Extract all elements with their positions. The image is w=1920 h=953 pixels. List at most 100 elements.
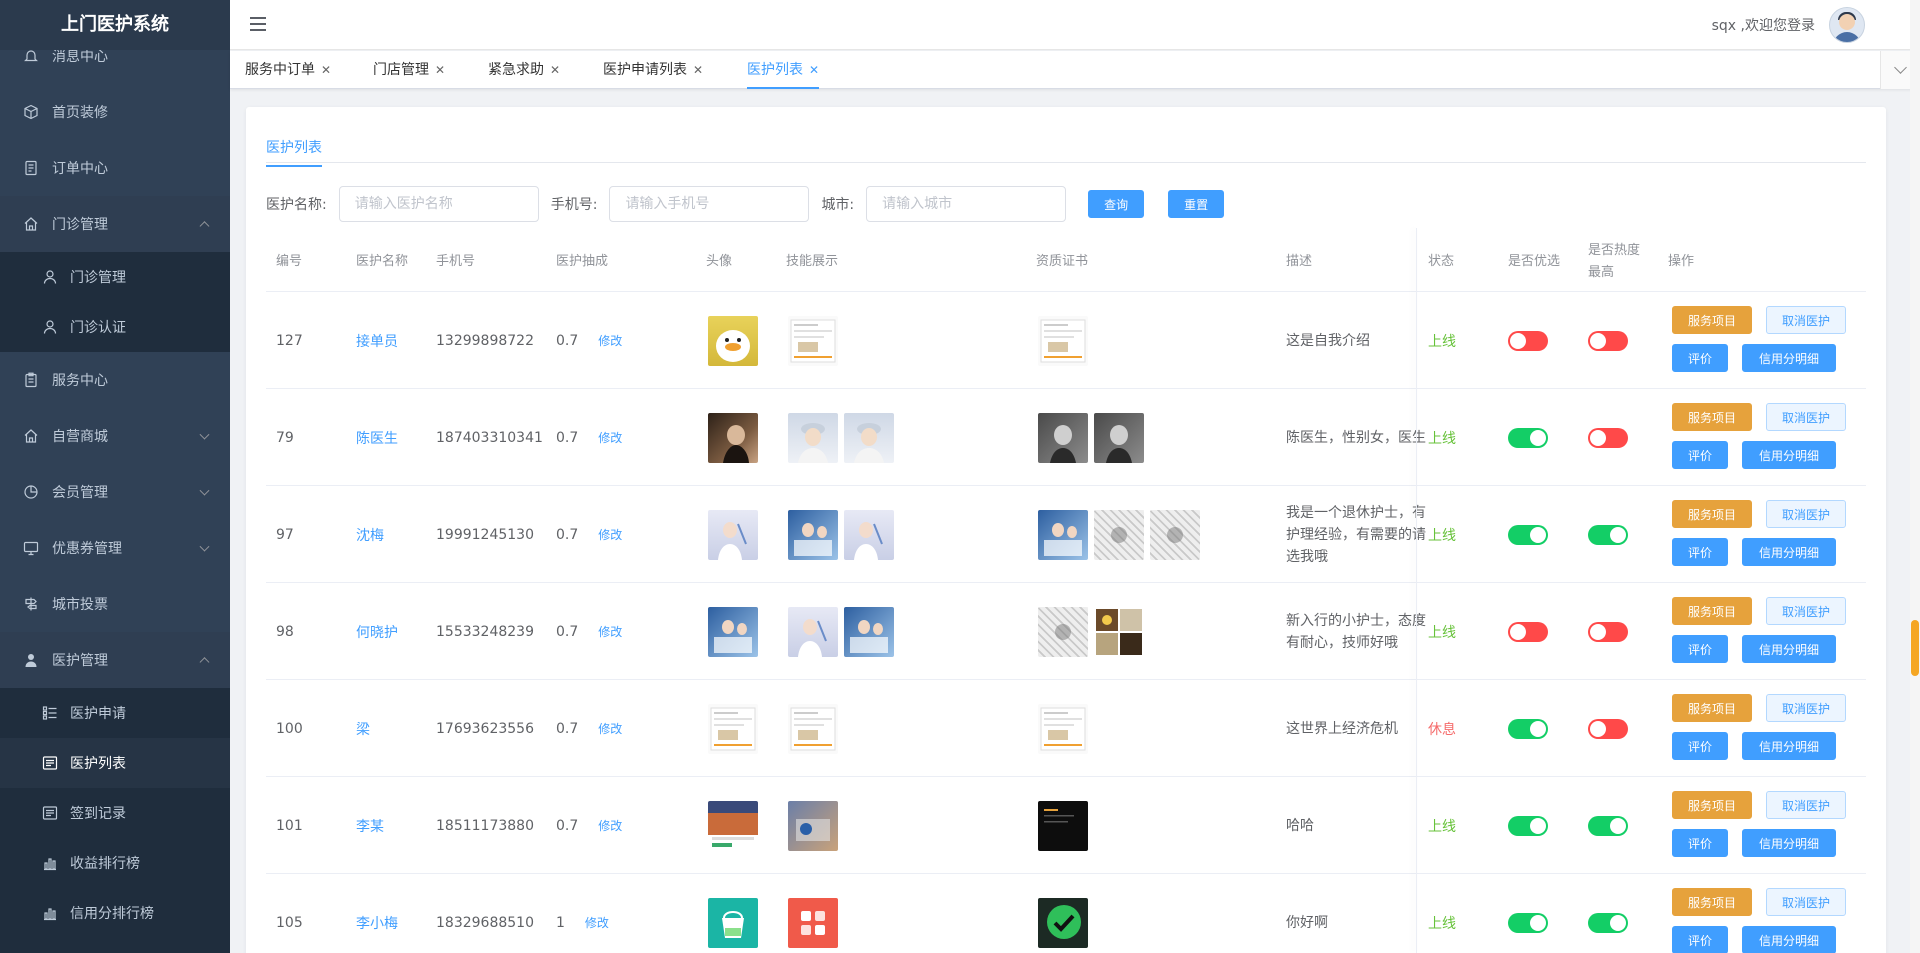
tag-1[interactable]: 门店管理 ✕ — [373, 51, 445, 89]
avatar[interactable] — [1829, 7, 1865, 43]
hot-switch[interactable] — [1588, 621, 1628, 642]
cancel-nurse-button[interactable]: 取消医护 — [1766, 888, 1846, 916]
edit-rate-link[interactable]: 修改 — [598, 526, 622, 543]
tag-0[interactable]: 服务中订单 ✕ — [245, 51, 331, 89]
thumb-black[interactable] — [1038, 800, 1088, 851]
preferred-switch[interactable] — [1508, 718, 1548, 739]
thumb-check[interactable] — [1038, 897, 1088, 948]
hot-switch[interactable] — [1588, 912, 1628, 933]
edit-rate-link[interactable]: 修改 — [598, 720, 622, 737]
preferred-switch[interactable] — [1508, 524, 1548, 545]
review-button[interactable]: 评价 — [1672, 926, 1728, 953]
thumb-pattern[interactable] — [1150, 509, 1200, 560]
review-button[interactable]: 评价 — [1672, 829, 1728, 857]
preferred-switch[interactable] — [1508, 330, 1548, 351]
credit-detail-button[interactable]: 信用分明细 — [1742, 441, 1836, 469]
phone-input[interactable] — [609, 186, 810, 222]
thumb-dark[interactable] — [708, 412, 758, 463]
thumb-apps[interactable] — [788, 897, 838, 948]
cell-name[interactable]: 何晓护 — [356, 583, 398, 680]
edit-rate-link[interactable]: 修改 — [598, 817, 622, 834]
sidebar-item-4[interactable]: 自营商城 — [0, 408, 230, 464]
credit-detail-button[interactable]: 信用分明细 — [1742, 732, 1836, 760]
thumb-photo[interactable] — [788, 800, 838, 851]
service-items-button[interactable]: 服务项目 — [1672, 403, 1752, 431]
thumb-screenshot[interactable] — [1038, 703, 1088, 754]
sidebar-item-1[interactable]: 订单中心 — [0, 140, 230, 196]
thumb-nurse[interactable] — [844, 509, 894, 560]
thumb-duck[interactable] — [708, 315, 758, 366]
thumb-website[interactable] — [708, 800, 758, 851]
user-area[interactable]: sqx ,欢迎您登录 — [1712, 0, 1865, 50]
page-scrollbar[interactable] — [1910, 0, 1920, 953]
cancel-nurse-button[interactable]: 取消医护 — [1766, 306, 1846, 334]
sidebar-subitem-8-1[interactable]: 医护列表 — [0, 738, 230, 788]
review-button[interactable]: 评价 — [1672, 635, 1728, 663]
hot-switch[interactable] — [1588, 718, 1628, 739]
preferred-switch[interactable] — [1508, 621, 1548, 642]
service-items-button[interactable]: 服务项目 — [1672, 597, 1752, 625]
review-button[interactable]: 评价 — [1672, 441, 1728, 469]
credit-detail-button[interactable]: 信用分明细 — [1742, 538, 1836, 566]
tag-3[interactable]: 医护申请列表 ✕ — [603, 51, 703, 89]
cell-name[interactable]: 李小梅 — [356, 874, 398, 953]
review-button[interactable]: 评价 — [1672, 538, 1728, 566]
tag-4[interactable]: 医护列表 ✕ — [747, 51, 820, 89]
thumb-blue[interactable] — [788, 509, 838, 560]
thumb-screenshot[interactable] — [1038, 315, 1088, 366]
review-button[interactable]: 评价 — [1672, 732, 1728, 760]
hot-switch[interactable] — [1588, 427, 1628, 448]
sidebar-subitem-8-4[interactable]: 信用分排行榜 — [0, 888, 230, 938]
cancel-nurse-button[interactable]: 取消医护 — [1766, 500, 1846, 528]
cancel-nurse-button[interactable]: 取消医护 — [1766, 694, 1846, 722]
edit-rate-link[interactable]: 修改 — [585, 914, 609, 931]
scrollbar-thumb[interactable] — [1911, 620, 1919, 676]
thumb-girl[interactable] — [788, 412, 838, 463]
thumb-bucket[interactable] — [708, 897, 758, 948]
credit-detail-button[interactable]: 信用分明细 — [1742, 344, 1836, 372]
preferred-switch[interactable] — [1508, 912, 1548, 933]
cell-name[interactable]: 沈梅 — [356, 486, 384, 583]
service-items-button[interactable]: 服务项目 — [1672, 888, 1752, 916]
cell-name[interactable]: 接单员 — [356, 292, 398, 389]
thumb-grey[interactable] — [1094, 412, 1144, 463]
hot-switch[interactable] — [1588, 524, 1628, 545]
sidebar-item-0[interactable]: 首页装修 — [0, 84, 230, 140]
sidebar-subitem-8-2[interactable]: 签到记录 — [0, 788, 230, 838]
thumb-nurse[interactable] — [788, 606, 838, 657]
credit-detail-button[interactable]: 信用分明细 — [1742, 829, 1836, 857]
sidebar-item-5[interactable]: 会员管理 — [0, 464, 230, 520]
review-button[interactable]: 评价 — [1672, 344, 1728, 372]
thumb-pattern[interactable] — [1094, 509, 1144, 560]
preferred-switch[interactable] — [1508, 427, 1548, 448]
hot-switch[interactable] — [1588, 330, 1628, 351]
service-items-button[interactable]: 服务项目 — [1672, 500, 1752, 528]
thumb-pattern[interactable] — [1038, 606, 1088, 657]
sidebar-item-7[interactable]: 城市投票 — [0, 576, 230, 632]
sidebar-subitem-2-1[interactable]: 门诊认证 — [0, 302, 230, 352]
thumb-grey[interactable] — [1038, 412, 1088, 463]
thumb-blue[interactable] — [1038, 509, 1088, 560]
cell-name[interactable]: 梁 — [356, 680, 370, 777]
thumb-girl[interactable] — [844, 412, 894, 463]
thumb-blue[interactable] — [844, 606, 894, 657]
close-icon[interactable]: ✕ — [550, 63, 560, 77]
service-items-button[interactable]: 服务项目 — [1672, 791, 1752, 819]
cell-name[interactable]: 陈医生 — [356, 389, 398, 486]
edit-rate-link[interactable]: 修改 — [598, 429, 622, 446]
service-items-button[interactable]: 服务项目 — [1672, 306, 1752, 334]
cancel-nurse-button[interactable]: 取消医护 — [1766, 403, 1846, 431]
hot-switch[interactable] — [1588, 815, 1628, 836]
sidebar-item-2[interactable]: 门诊管理 — [0, 196, 230, 252]
sidebar-subitem-2-0[interactable]: 门诊管理 — [0, 252, 230, 302]
sidebar-subitem-8-5[interactable]: 信用分明细 — [0, 938, 230, 953]
thumb-screenshot[interactable] — [708, 703, 758, 754]
sidebar-item-3[interactable]: 服务中心 — [0, 352, 230, 408]
close-icon[interactable]: ✕ — [693, 63, 703, 77]
thumb-collage[interactable] — [1094, 606, 1144, 657]
close-icon[interactable]: ✕ — [809, 63, 819, 77]
sidebar-item-6[interactable]: 优惠券管理 — [0, 520, 230, 576]
cancel-nurse-button[interactable]: 取消医护 — [1766, 791, 1846, 819]
service-items-button[interactable]: 服务项目 — [1672, 694, 1752, 722]
thumb-screenshot[interactable] — [788, 703, 838, 754]
